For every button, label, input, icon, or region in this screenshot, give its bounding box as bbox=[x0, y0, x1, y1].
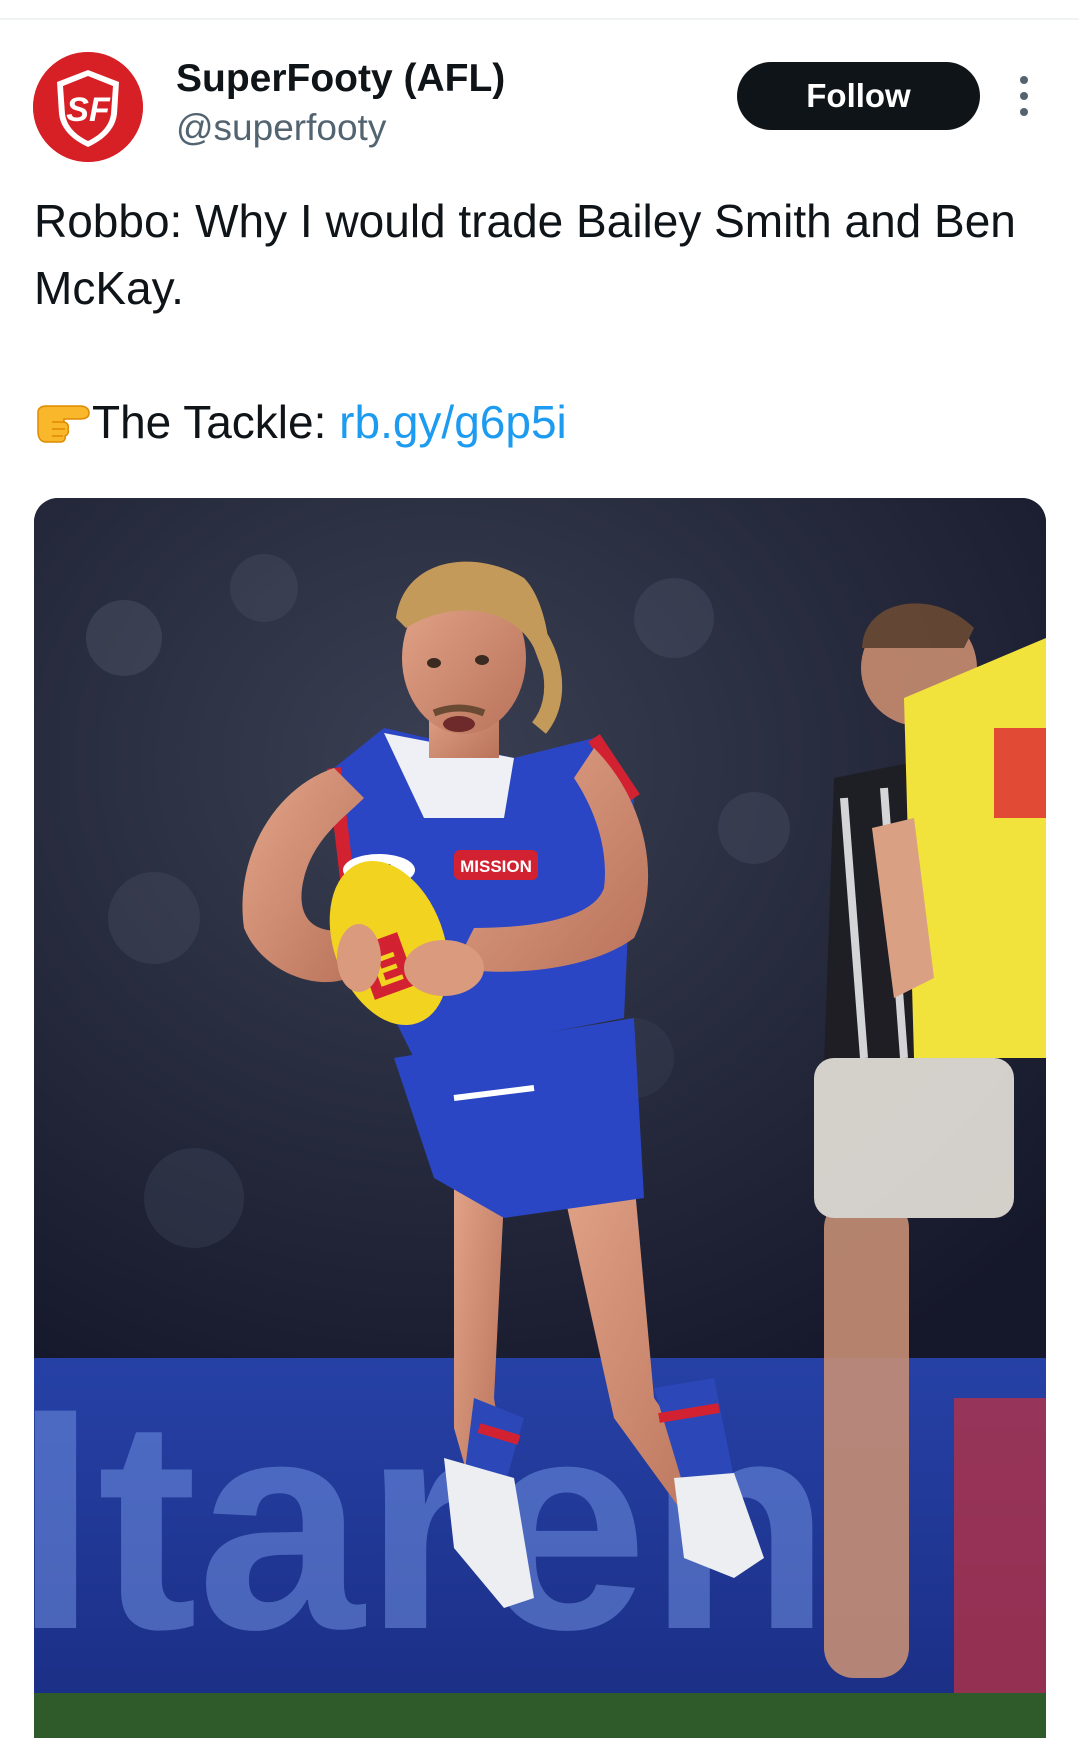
avatar-initials: SF bbox=[66, 91, 111, 129]
display-name[interactable]: SuperFooty (AFL) bbox=[176, 57, 505, 101]
avatar[interactable]: SF bbox=[33, 52, 143, 162]
more-vertical-icon[interactable] bbox=[1012, 74, 1036, 118]
tweet-text: Robbo: Why I would trade Bailey Smith an… bbox=[34, 188, 1044, 456]
tweet-line-link: The Tackle: rb.gy/g6p5i bbox=[34, 389, 1044, 456]
pointing-right-emoji-icon bbox=[34, 398, 92, 446]
tweet-link[interactable]: rb.gy/g6p5i bbox=[339, 396, 567, 448]
top-divider bbox=[0, 18, 1079, 20]
tweet-photo[interactable]: ltaren MISSION E bbox=[34, 498, 1046, 1738]
handle[interactable]: @superfooty bbox=[176, 107, 386, 149]
tweet-line-headline: Robbo: Why I would trade Bailey Smith an… bbox=[34, 195, 1016, 314]
follow-button[interactable]: Follow bbox=[737, 62, 980, 130]
tweet-link-prefix: The Tackle: bbox=[92, 396, 340, 448]
jersey-sponsor: MISSION bbox=[460, 857, 532, 876]
